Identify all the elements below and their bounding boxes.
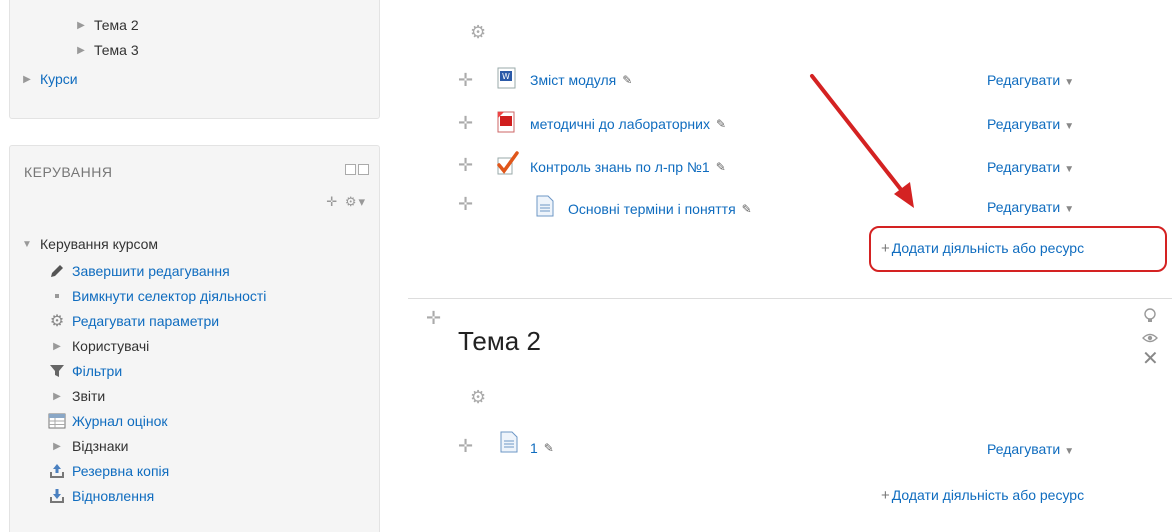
edit-title-icon[interactable]: ✎: [742, 202, 752, 216]
section-gear-icon[interactable]: ⚙: [470, 22, 486, 43]
highlight-icon[interactable]: [1142, 308, 1158, 327]
triangle-right-icon: ▶: [53, 340, 61, 352]
pdf-icon: [496, 110, 516, 133]
move-icon[interactable]: ✛: [458, 113, 473, 134]
triangle-right-icon: ▶: [77, 19, 85, 31]
activity-link[interactable]: Зміст модуля ✎: [530, 72, 632, 88]
section-gear-icon[interactable]: ⚙: [470, 387, 486, 408]
edit-title-icon[interactable]: ✎: [622, 73, 632, 87]
page-icon: [498, 430, 518, 453]
administration-block: КЕРУВАННЯ ✛ ⚙▾ ▼ Керування курсом Заверш…: [9, 145, 380, 532]
admin-item-badges[interactable]: ▶ Відзнаки: [48, 437, 128, 455]
section-divider: [408, 298, 1172, 299]
activity-link[interactable]: методичні до лабораторних ✎: [530, 116, 726, 132]
caret-down-icon: ▼: [1064, 164, 1075, 175]
caret-down-icon: ▼: [1064, 121, 1075, 132]
move-icon[interactable]: ✛: [458, 194, 473, 215]
pencil-icon: [48, 262, 66, 280]
nav-item-courses[interactable]: ▶ Курси: [22, 71, 77, 87]
restore-icon: [48, 487, 66, 505]
edit-menu-button[interactable]: Редагувати ▼: [987, 72, 1074, 88]
admin-item-users[interactable]: ▶ Користувачі: [48, 337, 149, 355]
filter-icon: [48, 362, 66, 380]
move-icon[interactable]: ✛: [326, 194, 339, 209]
svg-text:W: W: [502, 72, 510, 81]
gear-menu-icon[interactable]: ⚙▾: [345, 194, 367, 209]
block-controls: [345, 164, 369, 175]
block-title: КЕРУВАННЯ: [24, 164, 113, 180]
nav-item-topic-3[interactable]: ▶ Тема 3: [76, 42, 139, 58]
edit-menu-button[interactable]: Редагувати ▼: [987, 116, 1074, 132]
activity-link[interactable]: Основні терміни і поняття ✎: [568, 201, 752, 217]
course-admin-group[interactable]: ▼ Керування курсом: [22, 236, 158, 252]
admin-item-finish-editing[interactable]: Завершити редагування: [48, 262, 230, 280]
edit-title-icon[interactable]: ✎: [544, 441, 554, 455]
add-activity-link[interactable]: + Додати діяльність або ресурс: [881, 240, 1084, 257]
edit-title-icon[interactable]: ✎: [716, 117, 726, 131]
annotation-arrow: [810, 74, 914, 208]
caret-down-icon: ▼: [1064, 77, 1075, 88]
navigation-block: ▶ Тема 2 ▶ Тема 3 ▶ Курси: [9, 0, 380, 119]
triangle-right-icon: ▶: [23, 73, 31, 85]
triangle-down-icon: ▼: [22, 238, 32, 250]
eye-icon[interactable]: [1142, 331, 1158, 347]
bullet-icon: [48, 287, 66, 305]
move-icon[interactable]: ✛: [458, 155, 473, 176]
edit-menu-button[interactable]: Редагувати ▼: [987, 199, 1074, 215]
word-doc-icon: W: [496, 66, 516, 89]
admin-item-filters[interactable]: Фільтри: [48, 362, 122, 380]
edit-menu-button[interactable]: Редагувати ▼: [987, 441, 1074, 457]
admin-item-restore[interactable]: Відновлення: [48, 487, 154, 505]
nav-item-topic-2[interactable]: ▶ Тема 2: [76, 17, 139, 33]
add-activity-link[interactable]: + Додати діяльність або ресурс: [881, 487, 1084, 504]
move-icon[interactable]: ✛: [458, 70, 473, 91]
activity-link[interactable]: 1 ✎: [530, 440, 554, 456]
edit-title-icon[interactable]: ✎: [716, 160, 726, 174]
admin-item-gradebook[interactable]: Журнал оцінок: [48, 412, 168, 430]
backup-icon: [48, 462, 66, 480]
caret-down-icon: ▼: [1064, 446, 1075, 457]
activity-link[interactable]: Контроль знань по л-пр №1 ✎: [530, 159, 726, 175]
gradebook-icon: [48, 412, 66, 430]
triangle-right-icon: ▶: [53, 390, 61, 402]
plus-icon: +: [881, 487, 890, 504]
clipped-nav-item: [92, 0, 282, 3]
page-icon: [534, 194, 554, 217]
triangle-right-icon: ▶: [53, 440, 61, 452]
admin-item-backup[interactable]: Резервна копія: [48, 462, 169, 480]
edit-menu-button[interactable]: Редагувати ▼: [987, 159, 1074, 175]
admin-item-edit-settings[interactable]: ⚙ Редагувати параметри: [48, 312, 219, 330]
section-move-icon[interactable]: ✛: [426, 308, 441, 329]
block-actions: ✛ ⚙▾: [326, 194, 367, 210]
triangle-right-icon: ▶: [77, 44, 85, 56]
quiz-icon: [496, 150, 519, 175]
plus-icon: +: [881, 240, 890, 257]
collapse-icon[interactable]: [345, 164, 356, 175]
admin-item-reports[interactable]: ▶ Звіти: [48, 387, 105, 405]
move-icon[interactable]: ✛: [458, 436, 473, 457]
caret-down-icon: ▼: [1064, 204, 1075, 215]
dock-icon[interactable]: [358, 164, 369, 175]
delete-icon[interactable]: ✕: [1142, 346, 1159, 371]
section-title: Тема 2: [458, 326, 541, 356]
admin-item-disable-selector[interactable]: Вимкнути селектор діяльності: [48, 287, 266, 305]
gear-icon: ⚙: [49, 313, 65, 330]
